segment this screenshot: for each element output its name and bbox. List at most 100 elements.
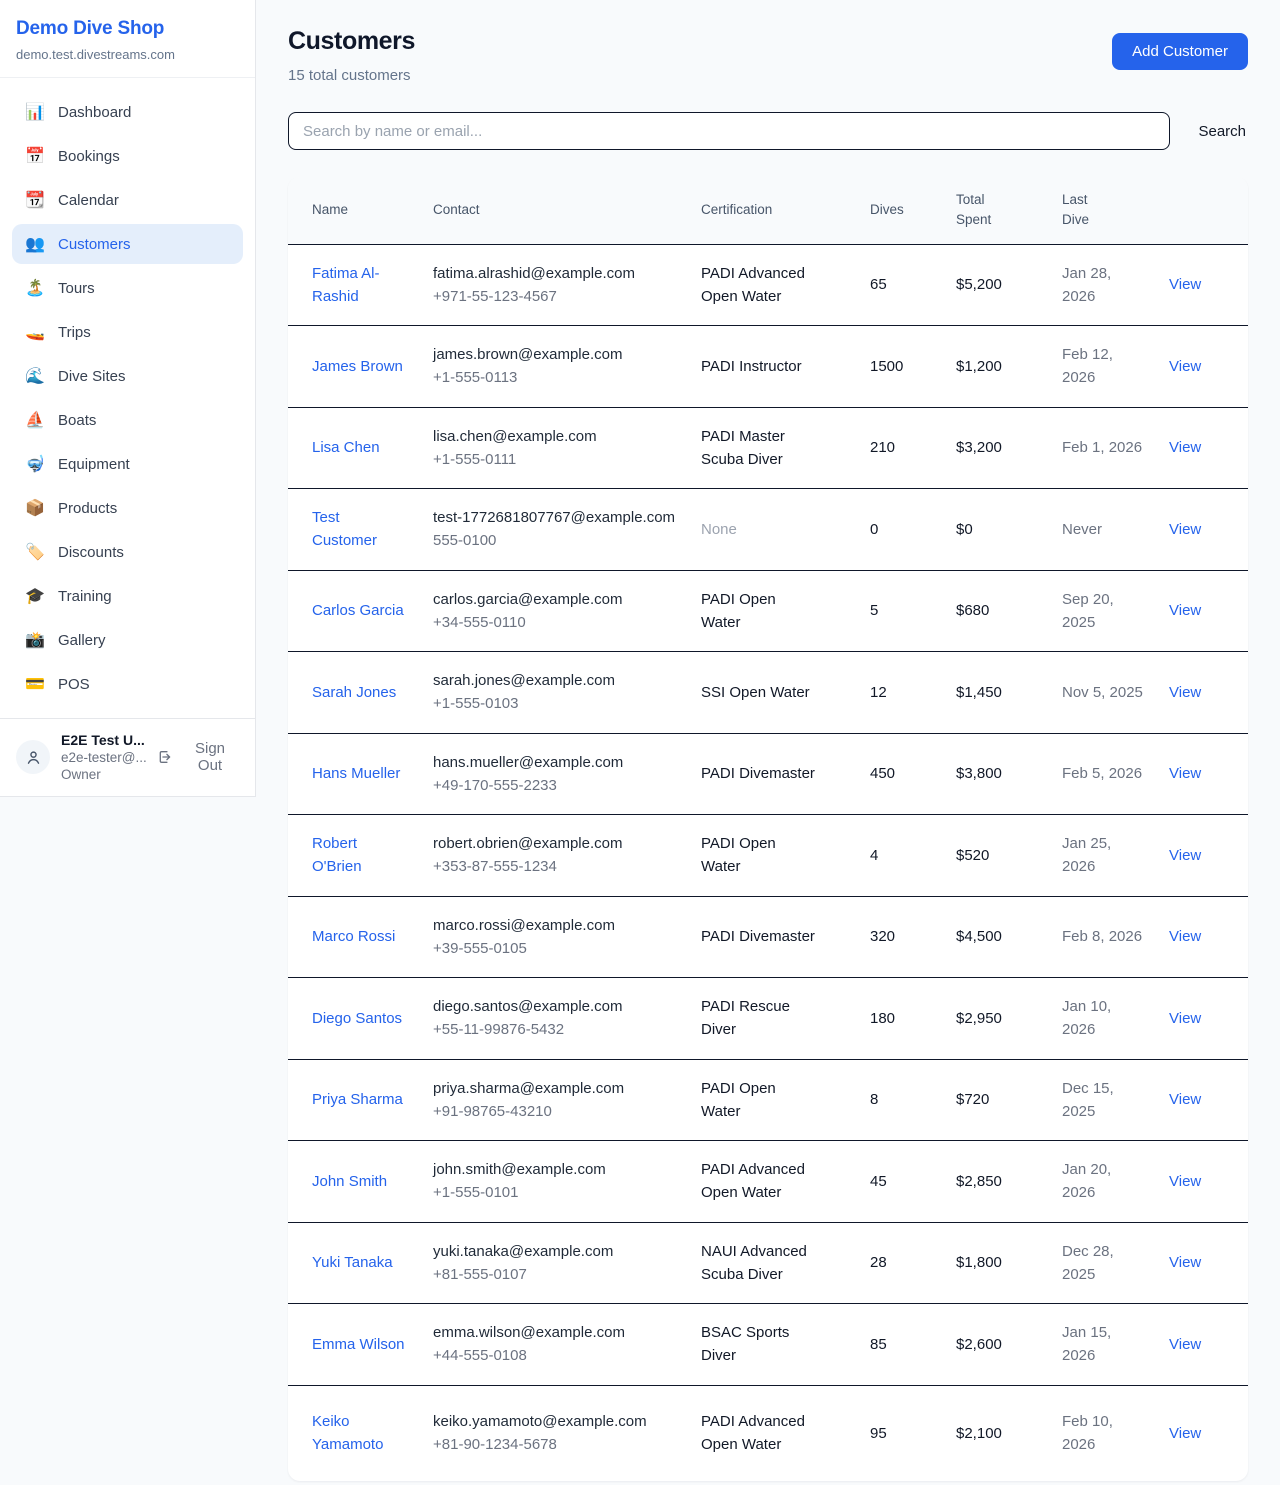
sidebar-item-gallery[interactable]: 📸 Gallery <box>12 620 243 660</box>
page-header-text: Customers 15 total customers <box>288 27 415 84</box>
sidebar-item-dive-sites[interactable]: 🌊 Dive Sites <box>12 356 243 396</box>
table-row: Yuki Tanaka yuki.tanaka@example.com +81-… <box>288 1222 1248 1304</box>
customer-name-link[interactable]: Diego Santos <box>312 1007 402 1030</box>
customer-name-link[interactable]: Priya Sharma <box>312 1088 403 1111</box>
sidebar-item-bookings[interactable]: 📅 Bookings <box>12 136 243 176</box>
speedboat-icon: 🚤 <box>25 322 45 342</box>
shop-domain: demo.test.divestreams.com <box>16 47 239 62</box>
page-title: Customers <box>288 27 415 56</box>
customer-email: hans.mueller@example.com <box>433 751 685 774</box>
customer-name-link[interactable]: Fatima Al-Rashid <box>312 262 407 309</box>
customer-name-link[interactable]: Keiko Yamamoto <box>312 1410 407 1457</box>
view-link[interactable]: View <box>1169 1173 1201 1190</box>
customer-name-link[interactable]: Emma Wilson <box>312 1333 405 1356</box>
view-link[interactable]: View <box>1169 1254 1201 1271</box>
customer-name-link[interactable]: Robert O'Brien <box>312 832 407 879</box>
view-link[interactable]: View <box>1169 1010 1201 1027</box>
customer-certification: PADI Instructor <box>701 355 802 378</box>
customer-name-link[interactable]: Marco Rossi <box>312 925 395 948</box>
view-link[interactable]: View <box>1169 1425 1201 1442</box>
customer-email: emma.wilson@example.com <box>433 1321 685 1344</box>
col-header-name: Name <box>288 177 433 244</box>
customer-last-dive: Feb 5, 2026 <box>1062 762 1142 785</box>
view-link[interactable]: View <box>1169 847 1201 864</box>
customer-name-link[interactable]: Sarah Jones <box>312 681 396 704</box>
customer-certification: SSI Open Water <box>701 681 810 704</box>
bar-chart-icon: 📊 <box>25 102 45 122</box>
customer-name-link[interactable]: Carlos Garcia <box>312 599 404 622</box>
customer-phone: +39-555-0105 <box>433 937 685 960</box>
view-link[interactable]: View <box>1169 928 1201 945</box>
customer-email: priya.sharma@example.com <box>433 1077 685 1100</box>
customer-name-link[interactable]: Test Customer <box>312 506 407 553</box>
user-role: Owner <box>61 767 146 782</box>
view-link[interactable]: View <box>1169 684 1201 701</box>
view-link[interactable]: View <box>1169 1336 1201 1353</box>
sign-out-button[interactable]: Sign Out <box>157 740 239 774</box>
customer-name-link[interactable]: Lisa Chen <box>312 436 380 459</box>
customer-last-dive: Feb 1, 2026 <box>1062 436 1142 459</box>
search-input[interactable] <box>288 112 1170 150</box>
customer-name-link[interactable]: James Brown <box>312 355 403 378</box>
sidebar-item-calendar[interactable]: 📆 Calendar <box>12 180 243 220</box>
sidebar-item-customers[interactable]: 👥 Customers <box>12 224 243 264</box>
sidebar-item-discounts[interactable]: 🏷️ Discounts <box>12 532 243 572</box>
search-button[interactable]: Search <box>1196 117 1248 146</box>
sidebar-item-dashboard[interactable]: 📊 Dashboard <box>12 92 243 132</box>
island-icon: 🏝️ <box>25 278 45 298</box>
sidebar-item-products[interactable]: 📦 Products <box>12 488 243 528</box>
customer-certification: PADI Advanced Open Water <box>701 262 819 309</box>
people-icon: 👥 <box>25 234 45 254</box>
customer-dives: 8 <box>870 1091 878 1108</box>
customer-dives: 85 <box>870 1336 887 1353</box>
sidebar-item-pos[interactable]: 💳 POS <box>12 664 243 704</box>
customer-phone: +1-555-0113 <box>433 366 685 389</box>
col-header-certification: Certification <box>701 177 870 244</box>
table-row: Lisa Chen lisa.chen@example.com +1-555-0… <box>288 407 1248 489</box>
view-link[interactable]: View <box>1169 1091 1201 1108</box>
sidebar-item-equipment[interactable]: 🤿 Equipment <box>12 444 243 484</box>
customer-dives: 0 <box>870 521 878 538</box>
customer-total-spent: $3,800 <box>956 765 1002 782</box>
col-header-actions <box>1169 177 1248 244</box>
camera-icon: 📸 <box>25 630 45 650</box>
customer-certification: PADI Advanced Open Water <box>701 1158 819 1205</box>
sidebar-item-trips[interactable]: 🚤 Trips <box>12 312 243 352</box>
customer-phone: +91-98765-43210 <box>433 1100 685 1123</box>
customer-phone: +971-55-123-4567 <box>433 285 685 308</box>
table-row: Carlos Garcia carlos.garcia@example.com … <box>288 570 1248 652</box>
table-row: Fatima Al-Rashid fatima.alrashid@example… <box>288 244 1248 326</box>
customer-last-dive: Sep 20, 2025 <box>1062 588 1146 635</box>
view-link[interactable]: View <box>1169 765 1201 782</box>
customer-last-dive: Feb 8, 2026 <box>1062 925 1142 948</box>
customer-name-link[interactable]: Hans Mueller <box>312 762 400 785</box>
view-link[interactable]: View <box>1169 276 1201 293</box>
add-customer-button[interactable]: Add Customer <box>1112 33 1248 70</box>
customer-total-spent: $680 <box>956 602 989 619</box>
customer-dives: 320 <box>870 928 895 945</box>
page-header: Customers 15 total customers Add Custome… <box>288 27 1248 84</box>
person-icon <box>25 749 42 766</box>
sidebar-item-training[interactable]: 🎓 Training <box>12 576 243 616</box>
customer-last-dive: Jan 10, 2026 <box>1062 995 1146 1042</box>
customer-name-link[interactable]: Yuki Tanaka <box>312 1251 393 1274</box>
table-row: Test Customer test-1772681807767@example… <box>288 489 1248 571</box>
customer-total-spent: $2,950 <box>956 1010 1002 1027</box>
customer-dives: 45 <box>870 1173 887 1190</box>
sidebar-item-boats[interactable]: ⛵ Boats <box>12 400 243 440</box>
view-link[interactable]: View <box>1169 439 1201 456</box>
customer-name-link[interactable]: John Smith <box>312 1170 387 1193</box>
customer-phone: +49-170-555-2233 <box>433 774 685 797</box>
customer-phone: +1-555-0101 <box>433 1181 685 1204</box>
page-subtitle: 15 total customers <box>288 67 415 84</box>
table-row: James Brown james.brown@example.com +1-5… <box>288 326 1248 408</box>
user-footer: E2E Test U... e2e-tester@... Owner Sign … <box>0 718 255 796</box>
customer-certification: PADI Open Water <box>701 832 819 879</box>
credit-card-icon: 💳 <box>25 674 45 694</box>
sidebar-item-tours[interactable]: 🏝️ Tours <box>12 268 243 308</box>
view-link[interactable]: View <box>1169 358 1201 375</box>
customer-email: john.smith@example.com <box>433 1158 685 1181</box>
view-link[interactable]: View <box>1169 602 1201 619</box>
view-link[interactable]: View <box>1169 521 1201 538</box>
customer-total-spent: $520 <box>956 847 989 864</box>
